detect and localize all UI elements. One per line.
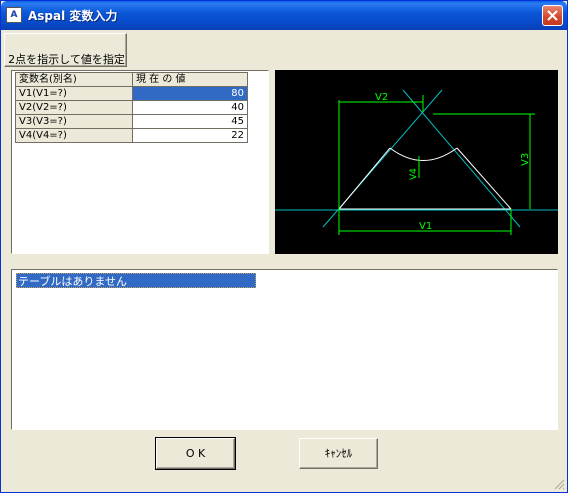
cancel-button[interactable]: ｷｬﾝｾﾙ	[299, 438, 378, 469]
pick-two-points-button[interactable]: 2点を指示して値を指定	[4, 33, 127, 67]
header-current-value: 現 在 の 値	[132, 72, 248, 87]
dimension-label-v1: V1	[419, 221, 432, 232]
window-title: Aspal 変数入力	[28, 9, 118, 23]
list-item[interactable]: テーブルはありません	[16, 273, 256, 288]
header-variable-name: 変数名(別名)	[15, 72, 133, 87]
pick-two-points-label: 2点を指示して値を指定	[8, 53, 125, 66]
resize-grip-icon[interactable]	[553, 478, 565, 490]
variable-name-cell: V3(V3=?)	[15, 114, 133, 129]
table-row[interactable]: V1(V1=?) 80	[15, 86, 248, 101]
dimension-label-v4: V4	[409, 168, 419, 180]
ok-button[interactable]: O K	[155, 437, 236, 470]
shape-diagram-svg: V2 V3 V4 V1	[275, 89, 558, 235]
shape-edge	[456, 147, 512, 210]
variable-table-header: 変数名(別名) 現 在 の 値	[15, 72, 248, 87]
variable-table-panel: 変数名(別名) 現 在 の 値 V1(V1=?) 80 V2(V2=?) 40 …	[11, 70, 269, 254]
message-list[interactable]: テーブルはありません	[11, 269, 558, 430]
shape-diagram: V2 V3 V4 V1	[275, 70, 558, 254]
shape-arc	[389, 147, 458, 161]
variable-value-cell[interactable]: 45	[132, 114, 248, 129]
variable-name-cell: V2(V2=?)	[15, 100, 133, 115]
construction-line	[402, 89, 521, 228]
close-button[interactable]	[542, 5, 563, 26]
shape-edge	[338, 147, 391, 210]
close-icon	[547, 10, 558, 21]
variable-value-cell[interactable]: 22	[132, 128, 248, 143]
variable-value-cell[interactable]: 40	[132, 100, 248, 115]
variable-name-cell: V1(V1=?)	[15, 86, 133, 101]
dialog-window: A Aspal 変数入力 2点を指示して値を指定 変数名(別名) 現 在 の 値…	[0, 0, 568, 493]
table-row[interactable]: V2(V2=?) 40	[15, 100, 248, 115]
variable-name-cell: V4(V4=?)	[15, 128, 133, 143]
dimension-label-v3: V3	[520, 153, 531, 166]
table-row[interactable]: V3(V3=?) 45	[15, 114, 248, 129]
table-row[interactable]: V4(V4=?) 22	[15, 128, 248, 143]
app-icon: A	[6, 7, 22, 23]
dimension-label-v2: V2	[375, 92, 388, 103]
title-bar[interactable]: A Aspal 変数入力	[1, 1, 567, 30]
variable-value-cell[interactable]: 80	[132, 86, 248, 101]
variable-table: 変数名(別名) 現 在 の 値 V1(V1=?) 80 V2(V2=?) 40 …	[15, 72, 248, 143]
